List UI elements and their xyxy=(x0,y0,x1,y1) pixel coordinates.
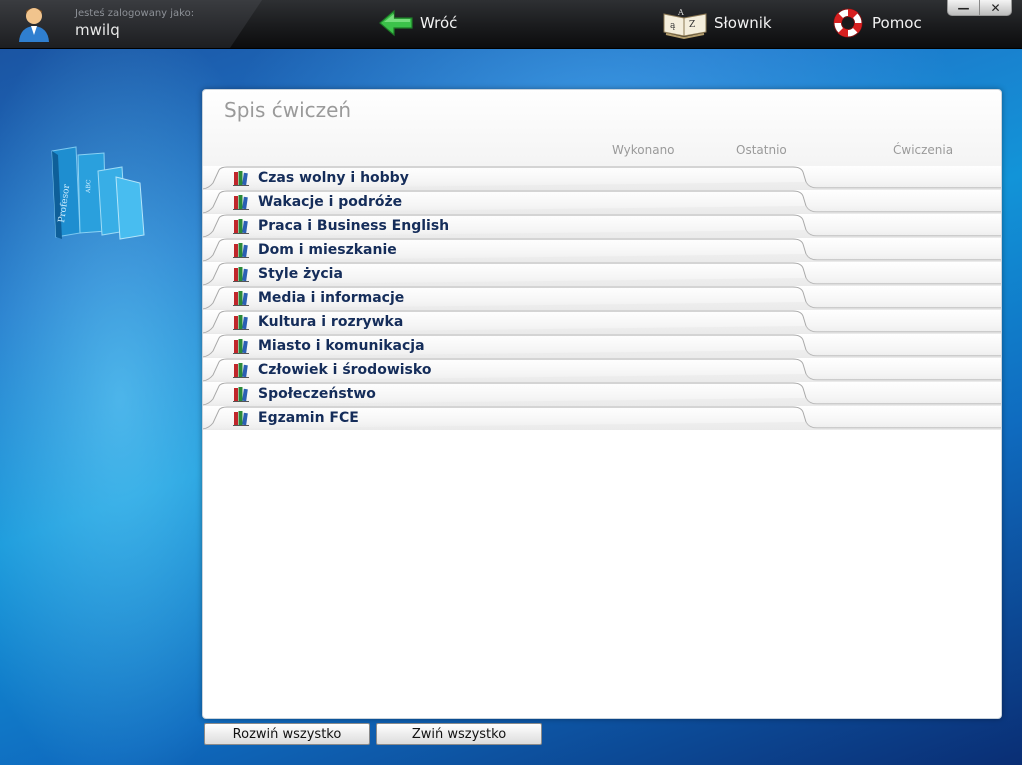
help-label: Pomoc xyxy=(872,14,922,32)
books-icon xyxy=(233,243,249,258)
books-icon xyxy=(233,195,249,210)
logged-in-caption: Jesteś zalogowany jako: xyxy=(75,8,195,19)
back-button[interactable]: Wróć xyxy=(378,0,457,46)
panel-title: Spis ćwiczeń xyxy=(224,98,352,122)
books-icon xyxy=(233,267,249,282)
books-logo-icon: Profesor ABC xyxy=(51,146,145,240)
dictionary-label: Słownik xyxy=(714,14,772,32)
topic-label: Praca i Business English xyxy=(258,218,450,234)
minimize-button[interactable]: — xyxy=(948,0,979,15)
dictionary-button[interactable]: ą Z A Słownik xyxy=(662,0,772,46)
topic-label: Czas wolny i hobby xyxy=(258,170,409,186)
user-avatar-icon xyxy=(19,8,49,42)
topic-row[interactable]: Czas wolny i hobby xyxy=(203,166,1001,190)
topic-list: Czas wolny i hobby Wakacje i podróże Praca… xyxy=(203,166,1001,430)
books-icon xyxy=(233,411,249,426)
collapse-all-button[interactable]: Zwiń wszystko xyxy=(376,723,542,745)
user-box: Jesteś zalogowany jako: mwilq xyxy=(0,0,262,48)
topic-label: Egzamin FCE xyxy=(258,410,359,426)
books-icon xyxy=(233,315,249,330)
exercises-panel: Spis ćwiczeń Wykonano Ostatnio Ćwiczenia… xyxy=(202,89,1002,719)
topic-label: Człowiek i środowisko xyxy=(258,362,432,378)
books-icon xyxy=(233,339,249,354)
top-bar: Jesteś zalogowany jako: mwilq Wróć ą Z A… xyxy=(0,0,1022,49)
green-arrow-left-icon xyxy=(379,9,413,37)
topic-label: Dom i mieszkanie xyxy=(258,242,397,258)
topic-row[interactable]: Media i informacje xyxy=(203,286,1001,310)
user-name: mwilq xyxy=(75,21,120,39)
column-header-last: Ostatnio xyxy=(736,143,787,157)
svg-text:A: A xyxy=(677,8,684,17)
column-header-done: Wykonano xyxy=(612,143,675,157)
topic-row[interactable]: Społeczeństwo xyxy=(203,382,1001,406)
topic-row[interactable]: Człowiek i środowisko xyxy=(203,358,1001,382)
svg-text:ą: ą xyxy=(670,21,676,31)
svg-text:ABC: ABC xyxy=(85,179,93,194)
topic-label: Kultura i rozrywka xyxy=(258,314,404,330)
window-controls: — ✕ xyxy=(947,0,1012,16)
topic-label: Wakacje i podróże xyxy=(258,194,403,210)
topic-row[interactable]: Wakacje i podróże xyxy=(203,190,1001,214)
books-icon xyxy=(233,363,249,378)
back-label: Wróć xyxy=(420,14,458,32)
expand-all-button[interactable]: Rozwiń wszystko xyxy=(204,723,370,745)
topic-row[interactable]: Dom i mieszkanie xyxy=(203,238,1001,262)
svg-text:Z: Z xyxy=(689,20,695,30)
topic-label: Style życia xyxy=(258,266,343,282)
open-book-icon: ą Z A xyxy=(663,8,707,40)
topic-label: Media i informacje xyxy=(258,290,405,306)
topic-row[interactable]: Kultura i rozrywka xyxy=(203,310,1001,334)
topic-row[interactable]: Style życia xyxy=(203,262,1001,286)
lifebuoy-icon xyxy=(833,8,863,38)
topic-row[interactable]: Miasto i komunikacja xyxy=(203,334,1001,358)
column-header-exercises: Ćwiczenia xyxy=(893,143,954,157)
topic-label: Społeczeństwo xyxy=(258,386,376,402)
help-button[interactable]: Pomoc xyxy=(830,0,922,46)
topic-label: Miasto i komunikacja xyxy=(258,338,425,354)
topic-row[interactable]: Praca i Business English xyxy=(203,214,1001,238)
books-icon xyxy=(233,387,249,402)
panel-header: Spis ćwiczeń Wykonano Ostatnio Ćwiczenia xyxy=(203,90,1001,166)
topic-row[interactable]: Egzamin FCE xyxy=(203,406,1001,430)
books-icon xyxy=(233,291,249,306)
books-icon xyxy=(233,219,249,234)
close-button[interactable]: ✕ xyxy=(979,0,1011,15)
books-icon xyxy=(233,171,249,186)
